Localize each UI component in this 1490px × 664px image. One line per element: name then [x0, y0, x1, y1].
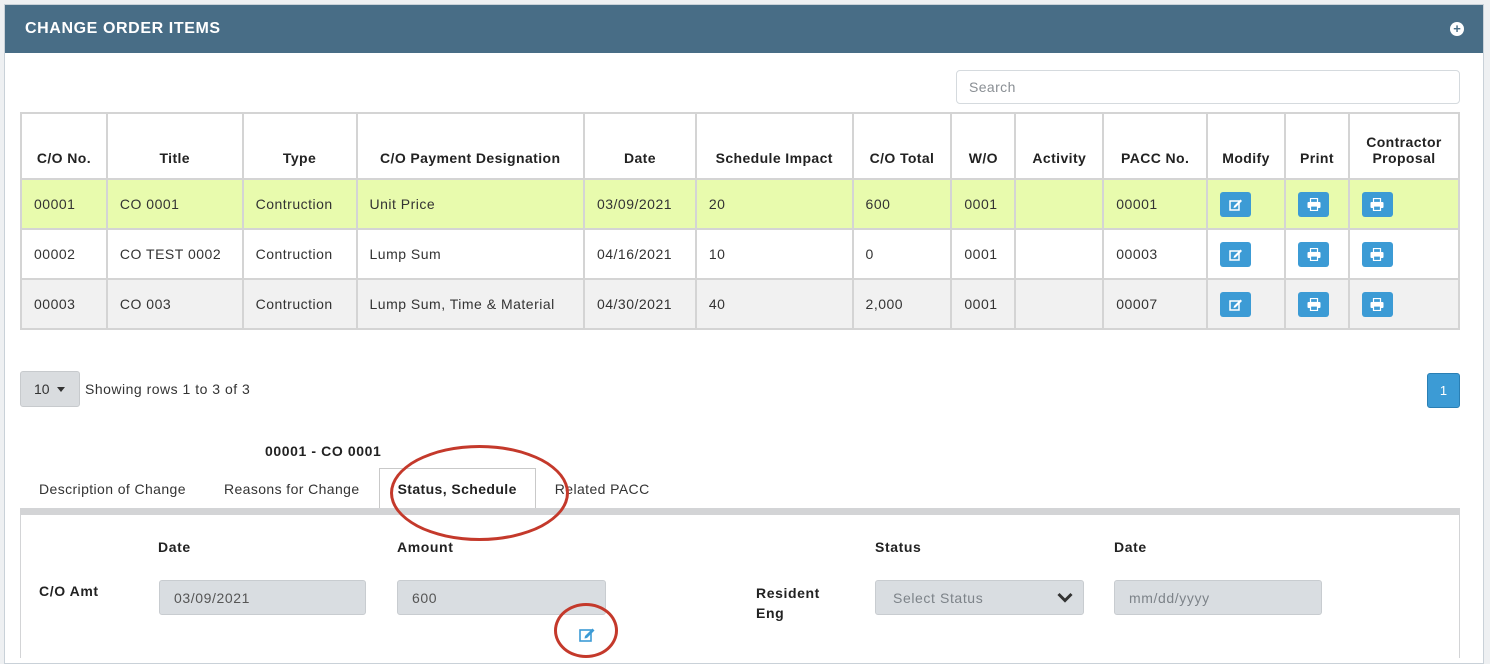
page-button-1[interactable]: 1 [1427, 373, 1460, 408]
co-amt-amount-field[interactable]: 600 [397, 580, 606, 615]
table-row[interactable]: 00003 CO 003 Contruction Lump Sum, Time … [20, 278, 1461, 330]
cell-schedule-impact: 40 [694, 278, 854, 330]
cell-co-no: 00002 [20, 228, 108, 280]
print-icon[interactable] [1361, 191, 1393, 217]
cell-total: 0 [851, 228, 953, 280]
column-label-status: Status [875, 539, 922, 555]
col-header-type[interactable]: Type [241, 112, 358, 180]
tab-status-schedule[interactable]: Status, Schedule [378, 468, 536, 508]
panel-header: CHANGE ORDER ITEMS + [5, 5, 1483, 53]
cell-title: CO 003 [105, 278, 244, 330]
cell-total: 2,000 [851, 278, 953, 330]
cell-type: Contruction [241, 228, 358, 280]
cell-wo: 0001 [950, 228, 1017, 280]
table-row[interactable]: 00001 CO 0001 Contruction Unit Price 03/… [20, 178, 1461, 230]
print-icon[interactable] [1361, 291, 1393, 317]
print-icon[interactable] [1298, 191, 1330, 217]
detail-tabs: Description of Change Reasons for Change… [20, 468, 669, 508]
cell-modify [1206, 278, 1287, 330]
edit-icon[interactable] [1220, 241, 1252, 267]
cell-modify [1206, 178, 1287, 230]
change-order-table: C/O No. Title Type C/O Payment Designati… [20, 112, 1461, 330]
col-header-print: Print [1284, 112, 1350, 180]
col-header-schedule-impact[interactable]: Schedule Impact [694, 112, 854, 180]
search-input[interactable] [956, 70, 1460, 104]
tab-panel-status-schedule: Date Amount Status Date C/O Amt 03/09/20… [20, 508, 1460, 658]
table-row[interactable]: 00002 CO TEST 0002 Contruction Lump Sum … [20, 228, 1461, 280]
col-header-modify: Modify [1206, 112, 1287, 180]
print-icon[interactable] [1298, 241, 1330, 267]
column-label-date: Date [158, 539, 191, 555]
col-header-wo[interactable]: W/O [950, 112, 1017, 180]
col-header-payment-designation[interactable]: C/O Payment Designation [355, 112, 585, 180]
cell-print [1284, 178, 1350, 230]
cell-activity [1014, 228, 1105, 280]
cell-activity [1014, 278, 1105, 330]
col-header-activity[interactable]: Activity [1014, 112, 1105, 180]
cell-modify [1206, 228, 1287, 280]
cell-pacc: 00007 [1102, 278, 1209, 330]
status-select[interactable]: Select Status [875, 580, 1084, 615]
cell-payment: Lump Sum [355, 228, 585, 280]
cell-date: 04/16/2021 [582, 228, 697, 280]
edit-icon[interactable] [579, 626, 596, 642]
edit-icon[interactable] [1220, 291, 1252, 317]
col-header-date[interactable]: Date [582, 112, 697, 180]
tab-reasons-for-change[interactable]: Reasons for Change [205, 468, 379, 508]
plus-circle-icon[interactable]: + [1450, 22, 1464, 36]
cell-type: Contruction [241, 178, 358, 230]
cell-wo: 0001 [950, 278, 1017, 330]
cell-contractor-proposal [1347, 278, 1461, 330]
col-header-co-total[interactable]: C/O Total [851, 112, 953, 180]
tab-description-of-change[interactable]: Description of Change [20, 468, 205, 508]
cell-print [1284, 278, 1350, 330]
panel-title: CHANGE ORDER ITEMS [25, 20, 221, 37]
table-header-row: C/O No. Title Type C/O Payment Designati… [20, 112, 1461, 180]
cell-activity [1014, 178, 1105, 230]
print-icon[interactable] [1298, 291, 1330, 317]
status-select-value: Select Status [893, 589, 984, 606]
cell-type: Contruction [241, 278, 358, 330]
cell-print [1284, 228, 1350, 280]
resident-eng-label: Resident Eng [756, 585, 820, 621]
cell-date: 04/30/2021 [582, 278, 697, 330]
cell-date: 03/09/2021 [582, 178, 697, 230]
co-amt-label: C/O Amt [39, 583, 99, 599]
cell-pacc: 00003 [1102, 228, 1209, 280]
cell-payment: Unit Price [355, 178, 585, 230]
col-header-contractor-proposal: Contractor Proposal [1347, 112, 1461, 180]
cell-total: 600 [851, 178, 953, 230]
cell-co-no: 00001 [20, 178, 108, 230]
cell-co-no: 00003 [20, 278, 108, 330]
cell-title: CO 0001 [105, 178, 244, 230]
pagination-info: Showing rows 1 to 3 of 3 [85, 381, 251, 397]
column-label-amount: Amount [397, 539, 454, 555]
tab-related-pacc[interactable]: Related PACC [536, 468, 669, 508]
edit-icon[interactable] [1220, 191, 1252, 217]
co-amt-date-field[interactable]: 03/09/2021 [159, 580, 366, 615]
cell-contractor-proposal [1347, 228, 1461, 280]
cell-payment: Lump Sum, Time & Material [355, 278, 585, 330]
print-icon[interactable] [1361, 241, 1393, 267]
page-size-value: 10 [34, 381, 50, 397]
col-header-title[interactable]: Title [105, 112, 244, 180]
detail-title: 00001 - CO 0001 [265, 443, 382, 459]
chevron-down-icon [1057, 592, 1073, 603]
cell-schedule-impact: 10 [694, 228, 854, 280]
caret-down-icon [56, 386, 65, 392]
cell-wo: 0001 [950, 178, 1017, 230]
column-label-date2: Date [1114, 539, 1147, 555]
page-size-dropdown[interactable]: 10 [20, 371, 80, 407]
status-date-field[interactable]: mm/dd/yyyy [1114, 580, 1322, 615]
col-header-co-no[interactable]: C/O No. [20, 112, 108, 180]
cell-schedule-impact: 20 [694, 178, 854, 230]
cell-title: CO TEST 0002 [105, 228, 244, 280]
cell-contractor-proposal [1347, 178, 1461, 230]
col-header-pacc-no[interactable]: PACC No. [1102, 112, 1209, 180]
cell-pacc: 00001 [1102, 178, 1209, 230]
